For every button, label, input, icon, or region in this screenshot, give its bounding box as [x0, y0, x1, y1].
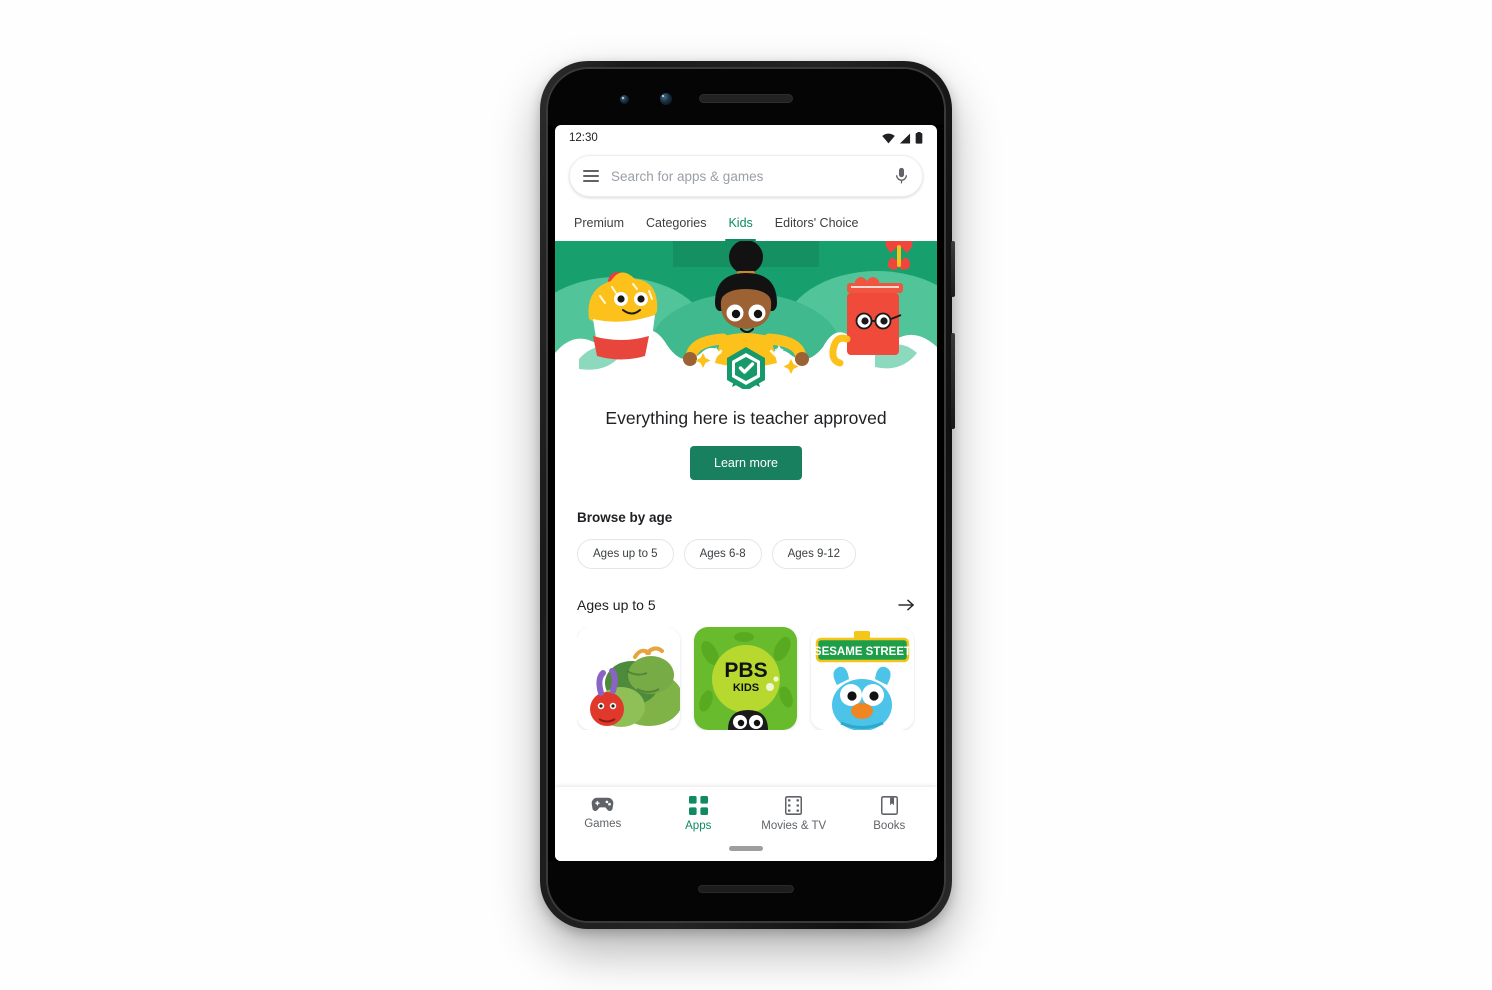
app-row-title: Ages up to 5 — [577, 597, 656, 614]
nav-apps-label: Apps — [685, 820, 712, 832]
nav-item-games[interactable]: Games — [555, 796, 651, 830]
nav-item-apps[interactable]: Apps — [651, 796, 747, 832]
hamburger-menu-icon[interactable] — [583, 170, 599, 182]
tab-premium[interactable]: Premium — [563, 205, 635, 241]
phone-device: 12:30 Search for apps & games Premium Ca… — [540, 61, 955, 929]
chip-ages-9-12[interactable]: Ages 9-12 — [771, 539, 857, 570]
hero-cta-row: Learn more — [555, 430, 937, 481]
phone-body: 12:30 Search for apps & games Premium Ca… — [546, 67, 946, 923]
wifi-icon — [882, 133, 895, 143]
learn-more-button[interactable]: Learn more — [690, 446, 802, 481]
nav-item-books[interactable]: Books — [842, 796, 938, 832]
chip-ages-6-8[interactable]: Ages 6-8 — [683, 539, 762, 570]
home-indicator[interactable] — [729, 846, 763, 851]
tab-categories-label: Categories — [646, 216, 707, 230]
hero-banner[interactable] — [555, 241, 937, 389]
tab-kids-label: Kids — [728, 216, 753, 230]
microphone-icon[interactable] — [894, 167, 909, 185]
film-strip-icon — [785, 796, 803, 815]
tab-categories[interactable]: Categories — [635, 205, 717, 241]
volume-button[interactable] — [951, 333, 955, 429]
earpiece-speaker — [699, 94, 793, 103]
browse-by-age-title: Browse by age — [577, 510, 673, 526]
tab-premium-label: Premium — [574, 216, 625, 230]
battery-icon — [915, 132, 923, 144]
svg-text:PBS: PBS — [724, 659, 767, 682]
search-input[interactable]: Search for apps & games — [611, 169, 882, 184]
search-area: Search for apps & games — [555, 151, 937, 205]
front-camera-secondary-icon — [660, 93, 672, 105]
front-camera-icon — [620, 95, 629, 104]
app-tile-row: PBS KIDS SESAME STREET — [577, 627, 915, 731]
app-tile-caterpillar[interactable] — [577, 627, 680, 731]
hero-illustration — [555, 241, 937, 389]
hero-title: Everything here is teacher approved — [605, 408, 887, 428]
nav-books-label: Books — [873, 820, 906, 832]
bookmark-icon — [880, 796, 898, 815]
tab-editors-choice[interactable]: Editors' Choice — [764, 205, 870, 241]
tab-editors-choice-label: Editors' Choice — [774, 216, 859, 230]
status-bar-icons — [882, 132, 923, 144]
age-chip-group: Ages up to 5 Ages 6-8 Ages 9-12 — [577, 539, 915, 570]
tab-kids[interactable]: Kids — [717, 205, 763, 241]
svg-text:KIDS: KIDS — [733, 682, 759, 694]
signal-icon — [899, 133, 911, 143]
app-tile-sesame-street[interactable]: SESAME STREET — [811, 627, 914, 731]
bottom-speaker-grille — [698, 885, 794, 893]
device-top-bezel — [548, 69, 944, 125]
app-tile-pbs-kids[interactable]: PBS KIDS — [694, 627, 797, 731]
screenshot-stage: 12:30 Search for apps & games Premium Ca… — [0, 0, 1492, 990]
app-row-header: Ages up to 5 — [577, 597, 915, 613]
nav-item-movies-tv[interactable]: Movies & TV — [746, 796, 842, 832]
search-bar[interactable]: Search for apps & games — [569, 155, 923, 197]
status-bar: 12:30 — [555, 125, 937, 151]
nav-movies-tv-label: Movies & TV — [761, 820, 827, 832]
bottom-navigation: Games Apps Movies & TV Books — [555, 787, 937, 861]
sesame-street-app-icon: SESAME STREET — [811, 627, 914, 731]
caterpillar-app-icon — [577, 627, 680, 731]
power-button[interactable] — [951, 241, 955, 297]
status-bar-time: 12:30 — [569, 132, 598, 144]
page-content: Everything here is teacher approved Lear… — [555, 241, 937, 861]
browse-by-age-section: Browse by age Ages up to 5 Ages 6-8 Ages… — [555, 510, 937, 731]
phone-screen: 12:30 Search for apps & games Premium Ca… — [555, 125, 937, 861]
arrow-right-icon[interactable] — [898, 598, 915, 612]
grid-apps-icon — [688, 796, 708, 815]
device-bottom-bezel — [548, 861, 944, 921]
svg-text:SESAME STREET: SESAME STREET — [814, 646, 911, 658]
nav-games-label: Games — [584, 818, 622, 830]
chip-ages-up-to-5[interactable]: Ages up to 5 — [577, 539, 674, 570]
category-tabs: Premium Categories Kids Editors' Choice — [555, 205, 937, 241]
pbs-kids-app-icon: PBS KIDS — [694, 627, 797, 731]
gamepad-icon — [591, 797, 614, 811]
